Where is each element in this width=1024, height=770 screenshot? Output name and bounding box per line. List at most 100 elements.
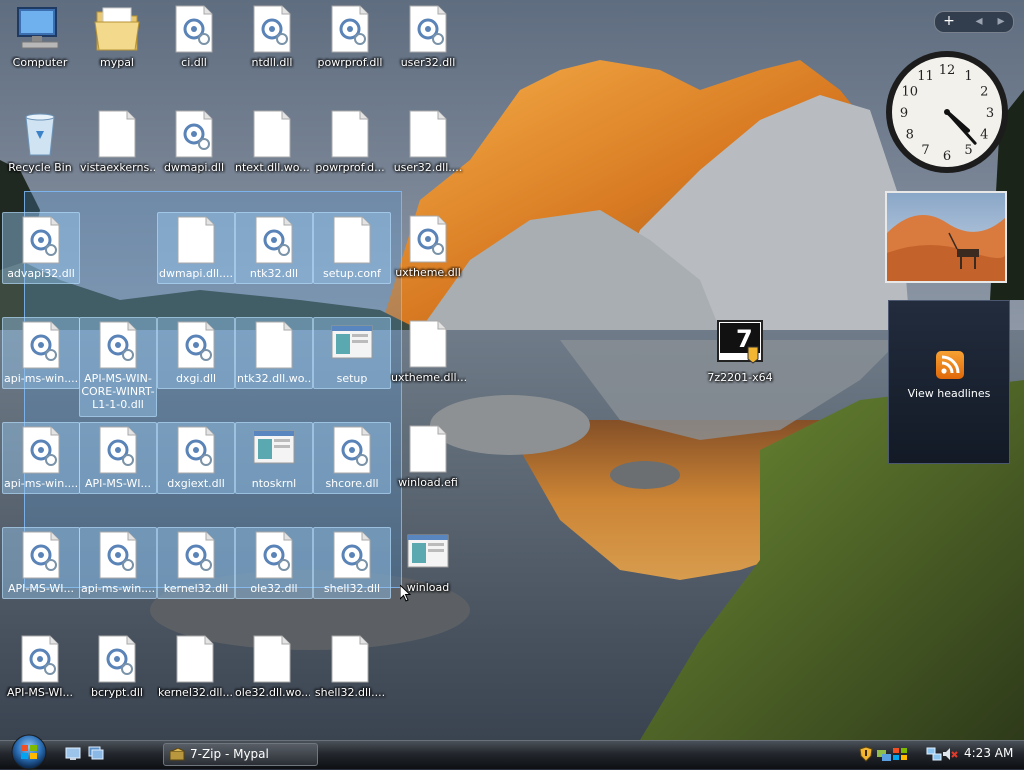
dll-file-icon xyxy=(80,423,156,475)
desktop-icon-label: api-ms-win.... xyxy=(4,372,79,385)
desktop-icon-label: dxgiext.dll xyxy=(167,477,225,490)
desktop-icon-label: powrprof.d... xyxy=(315,161,385,174)
desktop-icon-label: uxtheme.dll xyxy=(395,266,461,279)
taskbar-button-7zip[interactable]: 7-Zip - Mypal xyxy=(163,743,318,766)
windows-update-icon[interactable] xyxy=(892,746,908,762)
desktop-icon-bcrypt-dll[interactable]: bcrypt.dll xyxy=(79,632,155,732)
switch-windows-icon[interactable] xyxy=(88,746,104,761)
desktop-icon-ntext-dll-wo[interactable]: ntext.dll.wo... xyxy=(234,107,310,207)
desktop-icon-powrprof-dll[interactable]: powrprof.dll xyxy=(312,2,388,102)
desktop-icon-api-ms-win-core-winrt-l1-1-0-dll[interactable]: API-MS-WIN-CORE-WINRT-L1-1-0.dll xyxy=(79,317,157,417)
desktop-icon-label: kernel32.dll.... xyxy=(158,686,233,699)
dll-file-icon xyxy=(234,2,310,54)
dll-file-icon xyxy=(158,318,234,370)
desktop-icon-api-ms-win[interactable]: api-ms-win.... xyxy=(2,317,80,389)
blank-file-icon xyxy=(390,422,466,474)
desktop-icon-label: API-MS-WI... xyxy=(85,477,151,490)
dll-file-icon xyxy=(314,528,390,580)
desktop-icon-user32-dll[interactable]: user32.dll.... xyxy=(390,107,466,207)
blank-file-icon xyxy=(312,107,388,159)
desktop-icon-recycle-bin[interactable]: Recycle Bin xyxy=(2,107,78,207)
folder-file-icon xyxy=(79,2,155,54)
desktop-icon-shell32-dll[interactable]: shell32.dll xyxy=(313,527,391,599)
dll-file-icon xyxy=(80,528,156,580)
desktop-icon-dxgi-dll[interactable]: dxgi.dll xyxy=(157,317,235,389)
desktop-icon-label: ntdll.dll xyxy=(251,56,293,69)
dll-file-icon xyxy=(314,423,390,475)
desktop-icon-setup-conf[interactable]: setup.conf xyxy=(313,212,391,284)
desktop-icon-dwmapi-dll[interactable]: dwmapi.dll.... xyxy=(157,212,235,284)
desktop-icon-shell32-dll[interactable]: shell32.dll.... xyxy=(312,632,388,732)
desktop-icon-dxgiext-dll[interactable]: dxgiext.dll xyxy=(157,422,235,494)
desktop-icon-ci-dll[interactable]: ci.dll xyxy=(156,2,232,102)
desktop-icon-ntk32-dll[interactable]: ntk32.dll xyxy=(235,212,313,284)
clock-numeral: 3 xyxy=(986,106,994,121)
desktop-icon-ntk32-dll-wo[interactable]: ntk32.dll.wo... xyxy=(235,317,313,389)
volume-muted-icon[interactable] xyxy=(942,746,958,762)
network-icon[interactable] xyxy=(876,746,892,762)
desktop-icon-kernel32-dll[interactable]: kernel32.dll.... xyxy=(157,632,233,732)
desktop-icon-ole32-dll-wo[interactable]: ole32.dll.wo... xyxy=(234,632,310,732)
dll-file-icon xyxy=(236,213,312,265)
shield-icon[interactable] xyxy=(858,746,874,762)
add-gadget-button[interactable]: + xyxy=(935,12,963,32)
desktop-icon-computer[interactable]: Computer xyxy=(2,2,78,102)
desktop-icon-dwmapi-dll[interactable]: dwmapi.dll xyxy=(156,107,232,207)
desktop-icon-label: bcrypt.dll xyxy=(91,686,143,699)
desktop-icon-powrprof-d[interactable]: powrprof.d... xyxy=(312,107,388,207)
desktop-icon-api-ms-win[interactable]: api-ms-win.... xyxy=(79,527,157,599)
desktop-icon-label: dwmapi.dll.... xyxy=(159,267,234,280)
desktop-icon-label: mypal xyxy=(99,56,134,69)
desktop-icon-api-ms-win[interactable]: api-ms-win.... xyxy=(2,422,80,494)
desktop-icon-label: setup.conf xyxy=(323,267,381,280)
blank-file-icon xyxy=(234,107,310,159)
desktop-icon-ole32-dll[interactable]: ole32.dll xyxy=(235,527,313,599)
desktop-icon-ntoskrnl[interactable]: ntoskrnl xyxy=(235,422,313,494)
dll-file-icon xyxy=(312,2,388,54)
desktop-icon-label: ole32.dll.wo... xyxy=(235,686,310,699)
desktop-icon-uxtheme-dll[interactable]: uxtheme.dll.... xyxy=(390,317,466,417)
desktop-icon-label: api-ms-win.... xyxy=(81,582,156,595)
view-headlines-link[interactable]: View headlines xyxy=(889,387,1009,400)
desktop-icon-vistaexkerns[interactable]: vistaexkerns... xyxy=(79,107,155,207)
next-page-button[interactable]: ▸ xyxy=(991,12,1011,32)
desktop-icon-ntdll-dll[interactable]: ntdll.dll xyxy=(234,2,310,102)
clock-numeral: 7 xyxy=(921,143,929,158)
desktop-icon-api-ms-wi[interactable]: API-MS-WI... xyxy=(2,632,78,732)
desktop-icon-api-ms-wi[interactable]: API-MS-WI... xyxy=(79,422,157,494)
slideshow-image xyxy=(887,193,1005,281)
previous-page-button[interactable]: ◂ xyxy=(969,12,989,32)
dll-file-icon xyxy=(2,632,78,684)
desktop-icon-winload[interactable]: winload xyxy=(390,527,466,627)
desktop-icon-label: API-MS-WI... xyxy=(8,582,74,595)
network-status-icon[interactable] xyxy=(926,746,942,762)
desktop-icon-label: ntk32.dll xyxy=(249,267,299,280)
slideshow-gadget[interactable] xyxy=(885,191,1007,283)
app-file-icon xyxy=(236,423,312,475)
feed-headlines-gadget[interactable]: View headlines xyxy=(888,300,1010,464)
desktop-icon-uxtheme-dll[interactable]: uxtheme.dll xyxy=(390,212,466,312)
desktop-icon-mypal[interactable]: mypal xyxy=(79,2,155,102)
blank-file-icon xyxy=(390,317,466,369)
show-desktop-icon[interactable] xyxy=(65,746,81,761)
desktop-icon-label: shcore.dll xyxy=(325,477,379,490)
clock-numeral: 8 xyxy=(906,128,914,143)
blank-file-icon xyxy=(236,318,312,370)
sidebar-control-bar: + ◂ ▸ xyxy=(934,11,1014,33)
taskbar-clock[interactable]: 4:23 AM xyxy=(964,746,1013,760)
desktop-icon-setup[interactable]: setup xyxy=(313,317,391,389)
sevenzip-file-icon: 7 xyxy=(702,317,778,369)
desktop-icon-advapi32-dll[interactable]: advapi32.dll xyxy=(2,212,80,284)
desktop-icon-winload-efi[interactable]: winload.efi xyxy=(390,422,466,522)
desktop-icon-label: dwmapi.dll xyxy=(163,161,225,174)
desktop-icon-kernel32-dll[interactable]: kernel32.dll xyxy=(157,527,235,599)
windows-orb-icon[interactable] xyxy=(8,734,50,770)
desktop-icon-user32-dll[interactable]: user32.dll xyxy=(390,2,466,102)
desktop-icon-label: API-MS-WIN-CORE-WINRT-L1-1-0.dll xyxy=(81,372,155,411)
desktop-icon-shcore-dll[interactable]: shcore.dll xyxy=(313,422,391,494)
blank-file-icon xyxy=(158,213,234,265)
taskbar-button-label: 7-Zip - Mypal xyxy=(190,747,269,761)
desktop-icon-api-ms-wi[interactable]: API-MS-WI... xyxy=(2,527,80,599)
desktop-icon-7z2201-x64[interactable]: 7 7z2201-x64 xyxy=(702,317,778,417)
clock-gadget[interactable]: 1234567891011 12 xyxy=(884,49,1010,175)
